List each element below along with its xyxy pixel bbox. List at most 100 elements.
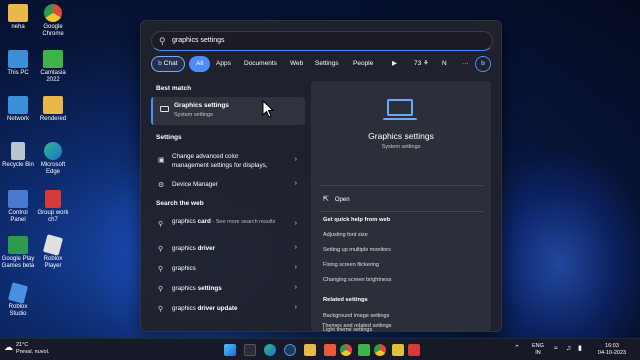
settings-result-title: Device Manager bbox=[172, 181, 218, 188]
app-icon[interactable] bbox=[324, 344, 336, 356]
help-link[interactable]: Setting up multiple monitors bbox=[323, 247, 391, 253]
desktop-icon-chrome[interactable]: Google Chrome bbox=[35, 4, 71, 38]
task-view-icon[interactable] bbox=[244, 344, 256, 356]
pdf-icon bbox=[45, 190, 61, 208]
help-link[interactable]: Adjusting font size bbox=[323, 232, 368, 238]
filter-documents[interactable]: Documents bbox=[237, 56, 284, 72]
camtasia-icon bbox=[43, 50, 63, 68]
weather-temp: 21°C bbox=[16, 342, 29, 348]
app-icon[interactable] bbox=[408, 344, 420, 356]
desktop-icon-recycle-bin[interactable]: Recycle Bin bbox=[0, 142, 36, 169]
edge-icon bbox=[44, 142, 62, 160]
play-games-icon bbox=[8, 236, 28, 254]
desktop-icon-play-games[interactable]: Google Play Games beta bbox=[0, 236, 36, 270]
file-explorer-icon[interactable] bbox=[304, 344, 316, 356]
web-result-graphics[interactable]: ⚲ graphics › bbox=[151, 260, 305, 278]
search-box[interactable]: ⚲ graphics settings bbox=[151, 31, 493, 51]
desktop-icon-camtasia[interactable]: Camtasia 2022 bbox=[35, 50, 71, 84]
desktop-icon-label: Roblox Player bbox=[43, 256, 63, 269]
battery-icon[interactable]: ▮ bbox=[578, 345, 582, 352]
best-match-title: Graphics settings bbox=[174, 102, 229, 109]
search-icon: ⚲ bbox=[159, 36, 166, 46]
wifi-icon[interactable]: ≈ bbox=[554, 345, 558, 352]
web-result-graphics-driver[interactable]: ⚲ graphics driver › bbox=[151, 240, 305, 258]
start-button-icon[interactable] bbox=[224, 344, 236, 356]
desktop-icon-label: Recycle Bin bbox=[2, 162, 34, 168]
web-result-graphics-settings[interactable]: ⚲ graphics settings › bbox=[151, 280, 305, 298]
help-link[interactable]: Changing screen brightness bbox=[323, 277, 392, 283]
web-result-bold: settings bbox=[197, 285, 222, 292]
desktop-icon-roblox-studio[interactable]: Roblox Studio bbox=[0, 282, 36, 318]
divider bbox=[319, 185, 483, 186]
filter-people[interactable]: People bbox=[346, 56, 380, 72]
filter-chat[interactable]: b Chat bbox=[151, 56, 185, 72]
desktop-icon-label: Rendered bbox=[39, 116, 67, 122]
play-more-filters-icon[interactable]: ▶ bbox=[385, 56, 404, 72]
web-result-graphics-card[interactable]: ⚲ graphics card - See more search result… bbox=[151, 214, 305, 238]
search-icon: ⚲ bbox=[158, 246, 164, 253]
volume-icon[interactable]: ♫ bbox=[566, 345, 571, 352]
related-link[interactable]: Themes and related settings bbox=[322, 323, 391, 329]
results-list: Best match Graphics settings System sett… bbox=[151, 81, 306, 331]
desktop-icon-group-work[interactable]: Group work ch7 bbox=[35, 190, 71, 224]
help-link[interactable]: Fixing screen flickering bbox=[323, 262, 379, 268]
rewards-icon: ⚘ bbox=[423, 60, 429, 67]
laptop-icon bbox=[387, 99, 413, 116]
best-match-result[interactable]: Graphics settings System settings bbox=[151, 97, 305, 125]
filter-web[interactable]: Web bbox=[283, 56, 310, 72]
web-result-bold: driver update bbox=[197, 305, 238, 312]
desktop-icon-control-panel[interactable]: Control Panel bbox=[0, 190, 36, 224]
desktop-icon-roblox-player[interactable]: Roblox Player bbox=[35, 234, 71, 270]
best-match-header: Best match bbox=[156, 85, 192, 92]
desktop-icon-edge[interactable]: Microsoft Edge bbox=[35, 142, 71, 176]
web-result-bold: driver bbox=[197, 245, 216, 252]
settings-result-color-management[interactable]: ▣ Change advanced color management setti… bbox=[151, 149, 305, 173]
search-input[interactable]: graphics settings bbox=[172, 37, 225, 44]
desktop-icon-neha[interactable]: neha bbox=[0, 4, 36, 31]
clock[interactable]: 16:03 04-10-2023 bbox=[592, 343, 632, 357]
bing-icon[interactable]: b bbox=[475, 56, 491, 72]
rewards-count[interactable]: 73 ⚘ bbox=[407, 56, 436, 72]
mouse-cursor-icon bbox=[262, 100, 274, 118]
search-icon: ⚲ bbox=[158, 221, 164, 228]
chevron-up-icon[interactable]: ⌃ bbox=[514, 345, 520, 352]
desktop-icon-rendered[interactable]: Rendered bbox=[35, 96, 71, 123]
desktop-icon-label: This PC bbox=[7, 70, 29, 76]
filter-all[interactable]: All bbox=[189, 56, 211, 72]
language-indicator[interactable]: ENG IN bbox=[532, 343, 544, 357]
search-icon: ⚲ bbox=[158, 286, 164, 293]
chrome-icon[interactable] bbox=[340, 344, 352, 356]
device-manager-icon: ⚙ bbox=[158, 182, 165, 189]
roblox-icon bbox=[42, 234, 64, 256]
web-result-graphics-driver-update[interactable]: ⚲ graphics driver update › bbox=[151, 300, 305, 318]
region-code: IN bbox=[535, 350, 541, 356]
dell-icon[interactable] bbox=[284, 344, 296, 356]
edge-icon[interactable] bbox=[264, 344, 276, 356]
chrome-icon[interactable] bbox=[374, 344, 386, 356]
settings-result-device-manager[interactable]: ⚙ Device Manager › bbox=[151, 176, 305, 194]
desktop-icon-this-pc[interactable]: This PC bbox=[0, 50, 36, 77]
desktop-icon-label: Google Play Games beta bbox=[1, 256, 35, 269]
related-link[interactable]: Background image settings bbox=[323, 313, 389, 319]
control-panel-icon bbox=[8, 190, 28, 208]
rewards-count-value: 73 bbox=[414, 60, 422, 67]
filter-settings[interactable]: Settings bbox=[308, 56, 346, 72]
user-avatar[interactable]: N bbox=[435, 56, 454, 72]
open-action[interactable]: ⇱ Open bbox=[323, 195, 350, 203]
settings-result-line1: Change advanced color bbox=[172, 153, 239, 160]
desktop-icon-label: neha bbox=[11, 24, 25, 30]
search-web-header: Search the web bbox=[156, 200, 204, 207]
chevron-right-icon: › bbox=[294, 244, 297, 251]
search-icon: ⚲ bbox=[158, 306, 164, 313]
desktop-icon-network[interactable]: Network bbox=[0, 96, 36, 123]
camtasia-icon[interactable] bbox=[358, 344, 370, 356]
chevron-right-icon: › bbox=[294, 180, 297, 187]
app-icon[interactable] bbox=[392, 344, 404, 356]
settings-header: Settings bbox=[156, 134, 182, 141]
network-icon bbox=[8, 96, 28, 114]
clock-date: 04-10-2023 bbox=[597, 350, 627, 356]
roblox-studio-icon bbox=[7, 282, 29, 304]
filter-apps[interactable]: Apps bbox=[209, 56, 238, 72]
chevron-right-icon: › bbox=[294, 220, 297, 227]
more-options-icon[interactable]: ··· bbox=[455, 56, 476, 72]
